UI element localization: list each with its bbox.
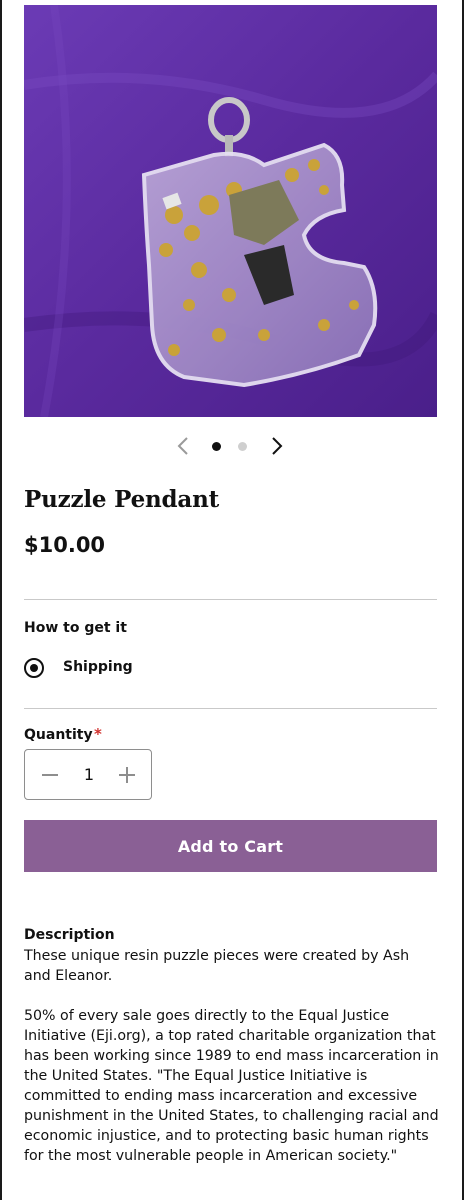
product-price: $10.00 <box>24 533 106 557</box>
shipping-option-label: Shipping <box>63 659 133 675</box>
required-marker: * <box>94 725 102 743</box>
radio-selected-icon[interactable] <box>24 658 44 678</box>
divider <box>24 599 437 600</box>
description-heading: Description <box>24 927 115 943</box>
product-title: Puzzle Pendant <box>24 486 220 513</box>
description-paragraph: These unique resin puzzle pieces were cr… <box>24 948 410 984</box>
puzzle-pendant-photo <box>24 5 437 417</box>
chevron-left-icon[interactable] <box>172 434 196 458</box>
product-image[interactable] <box>24 5 437 417</box>
image-carousel-controls <box>0 432 464 460</box>
quantity-label: Quantity <box>24 727 93 743</box>
quantity-stepper: 1 <box>24 749 152 800</box>
left-border <box>0 0 2 1200</box>
description-text: These unique resin puzzle pieces were cr… <box>24 946 440 1186</box>
fulfillment-label: How to get it <box>24 620 127 636</box>
add-to-cart-button[interactable]: Add to Cart <box>24 820 437 872</box>
quantity-value[interactable]: 1 <box>69 765 109 784</box>
chevron-right-icon[interactable] <box>264 434 288 458</box>
minus-icon[interactable] <box>38 763 62 787</box>
carousel-dot-2[interactable] <box>238 442 247 451</box>
carousel-dot-1[interactable] <box>212 442 221 451</box>
plus-icon[interactable] <box>115 763 139 787</box>
divider <box>24 708 437 709</box>
description-paragraph: 50% of every sale goes directly to the E… <box>24 1008 439 1164</box>
